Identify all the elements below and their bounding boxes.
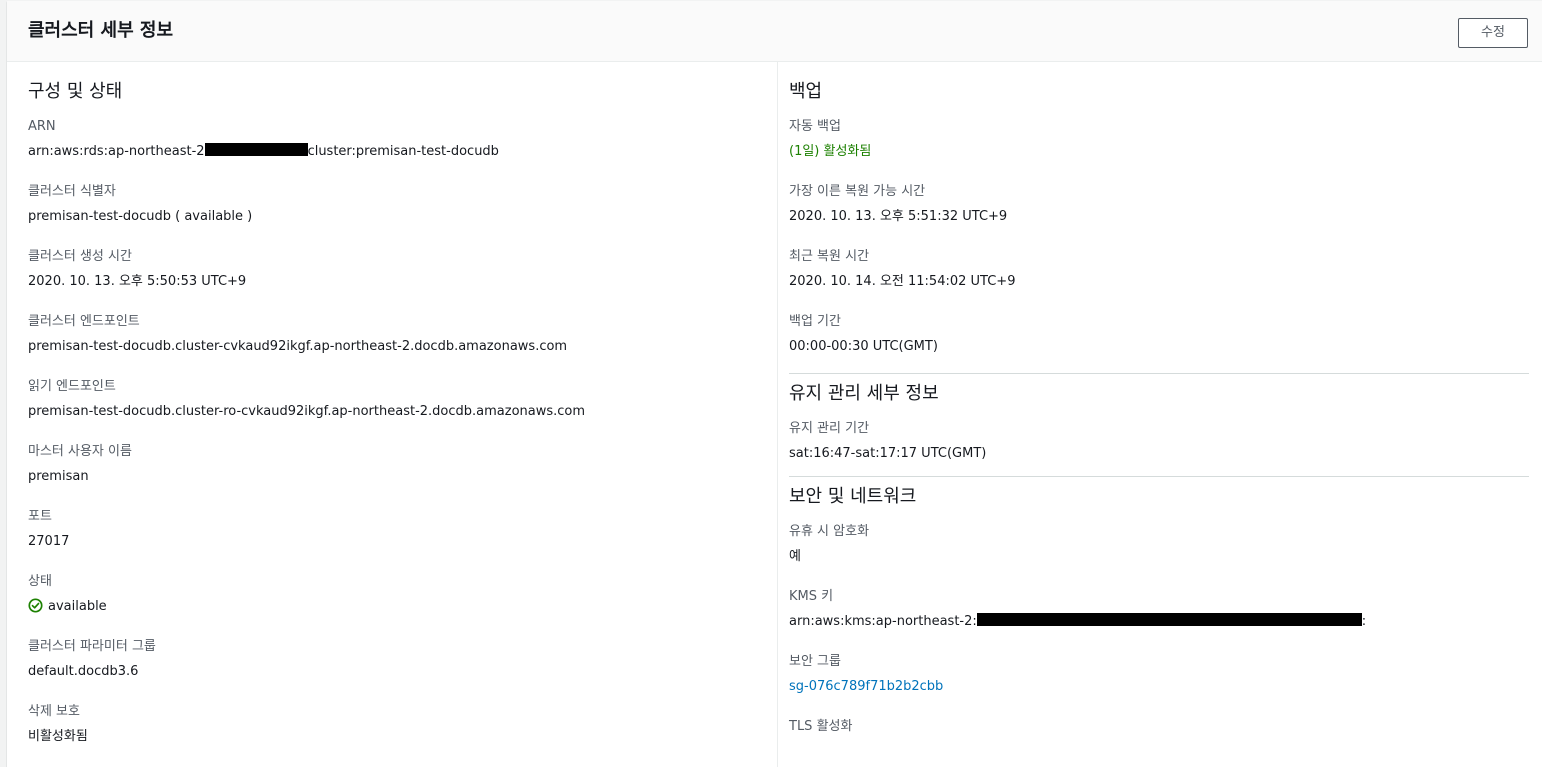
endpoint-label: 클러스터 엔드포인트 (28, 314, 140, 329)
port-value: 27017 (28, 534, 70, 549)
kms-key-value: arn:aws:kms:ap-northeast-2:: (789, 613, 1529, 631)
param-group-field: 클러스터 파라미터 그룹 default.docdb3.6 (28, 637, 763, 702)
kms-key-label: KMS 키 (789, 589, 834, 604)
maintenance-section-title: 유지 관리 세부 정보 (789, 383, 939, 404)
arn-suffix: cluster:premisan-test-docudb (307, 144, 499, 159)
config-column: 구성 및 상태 ARN arn:aws:rds:ap-northeast-2 cl… (28, 62, 763, 767)
master-user-label: 마스터 사용자 이름 (28, 444, 132, 459)
identifier-value: premisan-test-docudb ( available ) (28, 209, 253, 224)
maintenance-window-value: sat:16:47-sat:17:17 UTC(GMT) (789, 446, 987, 461)
endpoint-field: 클러스터 엔드포인트 premisan-test-docudb.cluster-… (28, 312, 763, 377)
port-field: 포트 27017 (28, 507, 763, 572)
endpoint-value: premisan-test-docudb.cluster-cvkaud92ikg… (28, 339, 568, 354)
maintenance-window-field: 유지 관리 기간 sat:16:47-sat:17:17 UTC(GMT) (789, 419, 1529, 475)
backup-window-value: 00:00-00:30 UTC(GMT) (789, 339, 938, 354)
earliest-restore-field: 가장 이른 복원 가능 시간 2020. 10. 13. 오후 5:51:32 … (789, 182, 1529, 247)
panel-header: 클러스터 세부 정보 수정 (7, 1, 1542, 62)
encryption-field: 유휴 시 암호화 예 (789, 522, 1529, 587)
deletion-protection-value: 비활성화됨 (28, 729, 88, 744)
arn-value: arn:aws:rds:ap-northeast-2 cluster:premis… (28, 143, 763, 161)
encryption-value: 예 (789, 549, 801, 564)
details-column: 백업 자동 백업 (1일) 활성화됨 가장 이른 복원 가능 시간 2020. … (789, 62, 1529, 767)
kms-key-suffix: : (1361, 614, 1367, 629)
port-label: 포트 (28, 509, 52, 524)
security-section-title: 보안 및 네트워크 (789, 486, 917, 507)
arn-prefix: arn:aws:rds:ap-northeast-2 (28, 144, 205, 159)
identifier-field: 클러스터 식별자 premisan-test-docudb ( availabl… (28, 182, 763, 247)
earliest-restore-value: 2020. 10. 13. 오후 5:51:32 UTC+9 (789, 209, 1008, 224)
section-divider (789, 373, 1529, 374)
tls-label: TLS 활성화 (789, 719, 853, 734)
redacted-block (976, 613, 1362, 626)
encryption-label: 유휴 시 암호화 (789, 524, 870, 539)
cluster-details-panel: 클러스터 세부 정보 수정 구성 및 상태 ARN arn:aws:rds:ap… (7, 1, 1542, 767)
tls-field: TLS 활성화 (789, 717, 1529, 767)
status-field: 상태 available (28, 572, 763, 637)
status-value-row: available (28, 598, 763, 616)
backup-section-title: 백업 (789, 81, 823, 102)
section-divider (789, 476, 1529, 477)
arn-label: ARN (28, 119, 56, 134)
status-value: available (48, 599, 107, 614)
deletion-protection-field: 삭제 보호 비활성화됨 (28, 702, 763, 767)
deletion-protection-label: 삭제 보호 (28, 704, 80, 719)
param-group-label: 클러스터 파라미터 그룹 (28, 639, 156, 654)
arn-field: ARN arn:aws:rds:ap-northeast-2 cluster:pr… (28, 117, 763, 182)
config-section-title: 구성 및 상태 (28, 81, 123, 102)
auto-backup-label: 자동 백업 (789, 119, 841, 134)
redacted-block (204, 143, 308, 156)
master-user-field: 마스터 사용자 이름 premisan (28, 442, 763, 507)
security-group-field: 보안 그룹 sg-076c789f71b2b2cbb (789, 652, 1529, 717)
security-group-label: 보안 그룹 (789, 654, 841, 669)
reader-endpoint-label: 읽기 엔드포인트 (28, 379, 116, 394)
latest-restore-label: 최근 복원 시간 (789, 249, 870, 264)
earliest-restore-label: 가장 이른 복원 가능 시간 (789, 184, 926, 199)
edit-button[interactable]: 수정 (1458, 18, 1528, 48)
created-label: 클러스터 생성 시간 (28, 249, 132, 264)
maintenance-window-label: 유지 관리 기간 (789, 421, 870, 436)
check-circle-icon (28, 598, 43, 613)
kms-key-field: KMS 키 arn:aws:kms:ap-northeast-2:: (789, 587, 1529, 652)
latest-restore-field: 최근 복원 시간 2020. 10. 14. 오전 11:54:02 UTC+9 (789, 247, 1529, 312)
reader-endpoint-field: 읽기 엔드포인트 premisan-test-docudb.cluster-ro… (28, 377, 763, 442)
created-field: 클러스터 생성 시간 2020. 10. 13. 오후 5:50:53 UTC+… (28, 247, 763, 312)
backup-window-label: 백업 기간 (789, 314, 841, 329)
param-group-value: default.docdb3.6 (28, 664, 139, 679)
auto-backup-value: (1일) 활성화됨 (789, 144, 872, 159)
reader-endpoint-value: premisan-test-docudb.cluster-ro-cvkaud92… (28, 404, 586, 419)
master-user-value: premisan (28, 469, 89, 484)
auto-backup-field: 자동 백업 (1일) 활성화됨 (789, 117, 1529, 182)
panel-title: 클러스터 세부 정보 (28, 20, 174, 41)
latest-restore-value: 2020. 10. 14. 오전 11:54:02 UTC+9 (789, 274, 1016, 289)
security-group-link[interactable]: sg-076c789f71b2b2cbb (789, 678, 1529, 696)
created-value: 2020. 10. 13. 오후 5:50:53 UTC+9 (28, 274, 247, 289)
kms-key-prefix: arn:aws:kms:ap-northeast-2: (789, 614, 977, 629)
status-label: 상태 (28, 574, 52, 589)
identifier-label: 클러스터 식별자 (28, 184, 116, 199)
column-divider (777, 62, 778, 767)
backup-window-field: 백업 기간 00:00-00:30 UTC(GMT) (789, 312, 1529, 372)
